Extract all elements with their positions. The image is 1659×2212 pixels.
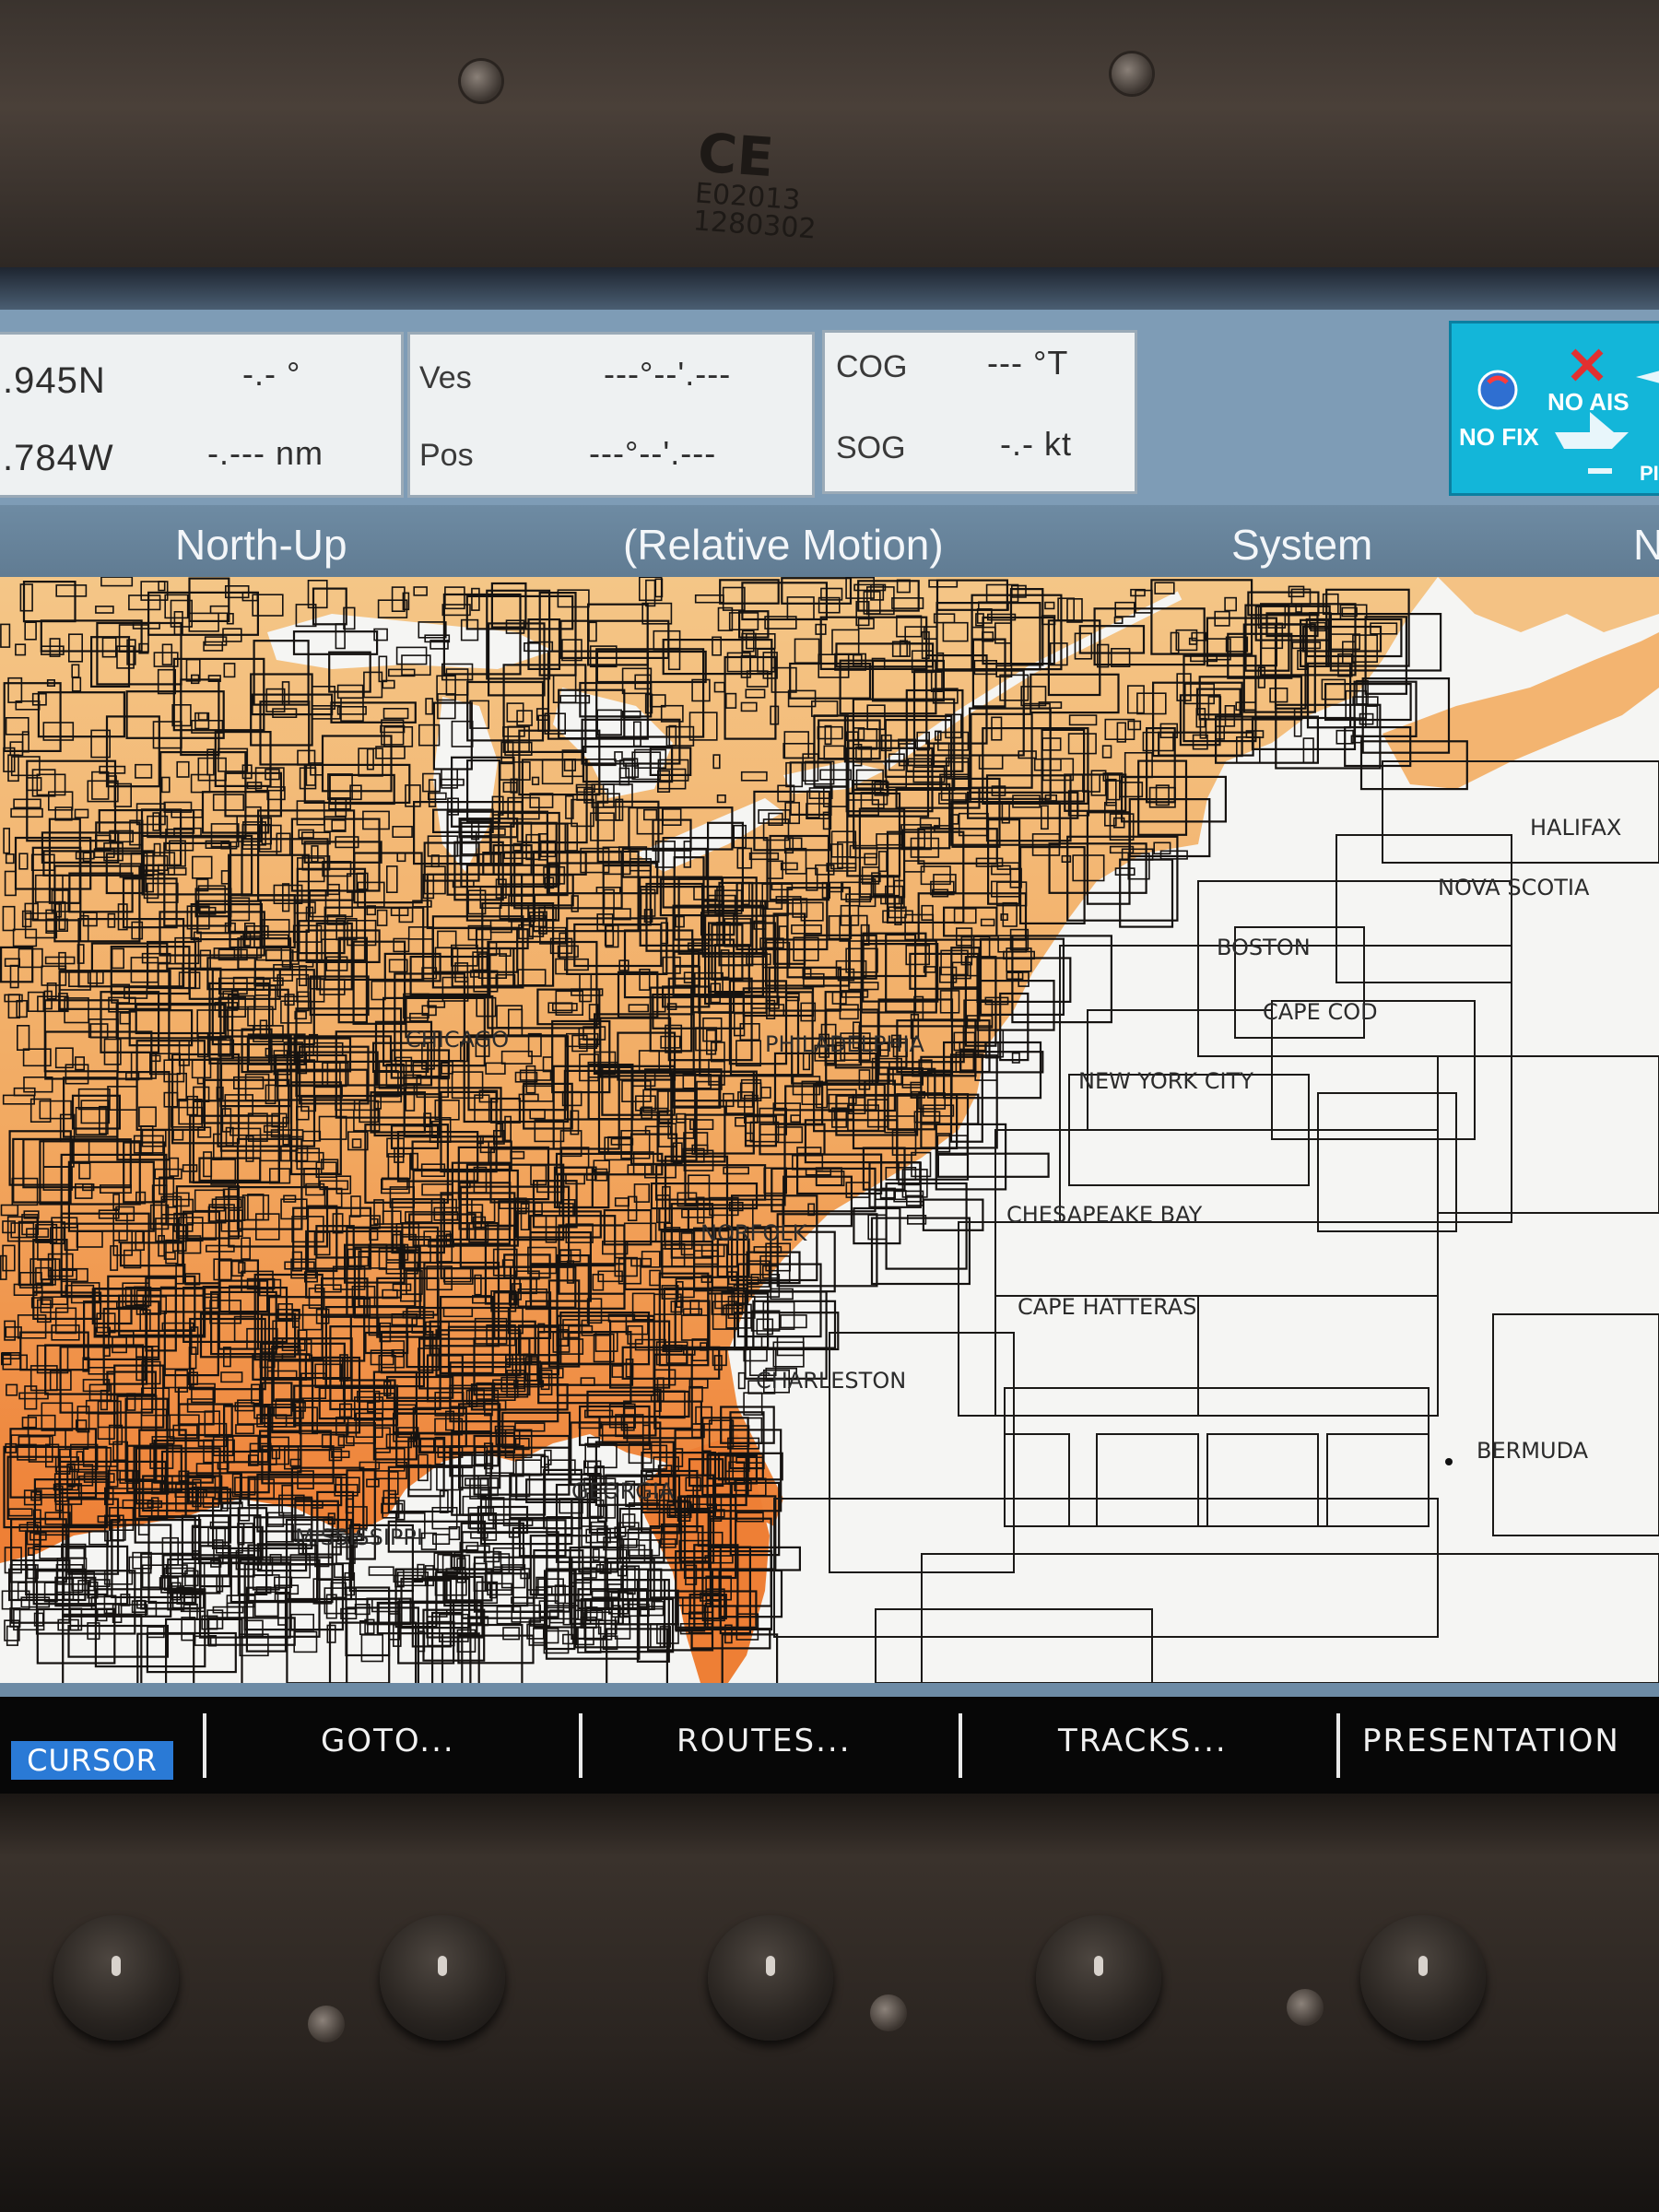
chart-header-bar: North-Up (Relative Motion) System N [0,505,1659,584]
bezel-screw [308,2006,345,2042]
knob-indicator [112,1956,121,1976]
ais-status-box[interactable]: NO AIS NO FIX PI [1449,321,1659,496]
knob-indicator [1094,1956,1103,1976]
softkey-divider [203,1713,206,1778]
softkey-bar: CURSOR GOTO... ROUTES... TRACKS... PRESE… [0,1697,1659,1794]
knob-indicator [766,1956,775,1976]
label-charleston: CHARLESTON [756,1368,906,1394]
label-cape-cod: CAPE COD [1263,999,1378,1025]
label-chesapeake-bay: CHESAPEAKE BAY [1006,1202,1203,1228]
presentation-softkey[interactable]: PRESENTATION [1362,1723,1620,1759]
label-new-york-city: NEW YORK CITY [1078,1068,1253,1094]
cog-sog-box[interactable]: COG --- °T SOG -.- kt [822,330,1137,494]
softkey-1-button[interactable] [53,1915,179,2041]
pos-value: ---°--'.--- [589,434,717,472]
longitude-value: .784W [3,438,114,478]
nautical-chart[interactable]: HALIFAX NOVA SCOTIA BOSTON CAPE COD NEW … [0,577,1659,1683]
sog-value: -.- kt [1000,425,1072,463]
label-bermuda: BERMUDA [1477,1438,1589,1464]
softkey-divider [959,1713,962,1778]
cog-value: --- °T [987,344,1069,382]
plotter-screen: .945N .784W -.- ° -.--- nm Ves ---°--'.-… [0,310,1659,1794]
ves-value: ---°--'.--- [604,355,732,393]
motion-mode[interactable]: (Relative Motion) [623,520,944,570]
sog-label: SOG [836,430,906,465]
label-norfolk: NORFOLK [700,1220,808,1246]
no-fix-text: NO FIX [1459,423,1539,451]
knob-indicator [438,1956,447,1976]
pos-label: Pos [419,438,474,473]
softkey-4-button[interactable] [1036,1915,1161,2041]
bezel-screw [1287,1989,1324,2026]
softkey-divider [1336,1713,1340,1778]
ce-certification-label: CE E02013 1280302 [691,121,818,246]
range-top-value: -.- ° [242,355,301,393]
goto-softkey[interactable]: GOTO... [321,1723,455,1759]
softkey-5-button[interactable] [1360,1915,1486,2041]
ves-label: Ves [419,360,472,395]
tracks-softkey[interactable]: TRACKS... [1058,1723,1228,1759]
bezel-screw [870,1994,907,2031]
label-georgia: GEORGIA [571,1478,675,1504]
no-ais-text: NO AIS [1547,388,1630,416]
label-philadelphia: PHILADELPHIA [765,1031,925,1057]
softkey-2-button[interactable] [380,1915,505,2041]
softkey-divider [579,1713,582,1778]
latitude-value: .945N [3,360,106,401]
device-bezel-top: CE E02013 1280302 [0,0,1659,267]
bezel-screw [461,61,501,101]
cog-label: COG [836,349,908,384]
label-nova-scotia: NOVA SCOTIA [1438,875,1590,900]
knob-indicator [1418,1956,1428,1976]
pi-text: PI [1640,462,1659,485]
label-cape-hatteras: CAPE HATTERAS [1018,1294,1196,1320]
vessel-position-box[interactable]: Ves ---°--'.--- Pos ---°--'.--- [407,332,815,498]
routes-softkey[interactable]: ROUTES... [677,1723,852,1759]
screen-frame [0,267,1659,310]
label-mississippi: MISSISSIPPI [295,1524,423,1550]
bermuda-marker [1445,1458,1453,1465]
range-bottom-value: -.--- nm [207,434,324,472]
label-halifax: HALIFAX [1530,815,1621,841]
cursor-softkey[interactable]: CURSOR [11,1741,173,1780]
label-boston: BOSTON [1217,935,1311,960]
orientation-mode[interactable]: North-Up [175,520,347,570]
header-cut-text: N [1633,521,1659,569]
softkey-3-button[interactable] [708,1915,833,2041]
system-mode[interactable]: System [1231,520,1372,570]
bezel-screw [1112,53,1152,94]
position-box[interactable]: .945N .784W -.- ° -.--- nm [0,332,404,498]
label-chicago: CHICAGO [406,1027,509,1053]
data-bar: .945N .784W -.- ° -.--- nm Ves ---°--'.-… [0,310,1659,505]
